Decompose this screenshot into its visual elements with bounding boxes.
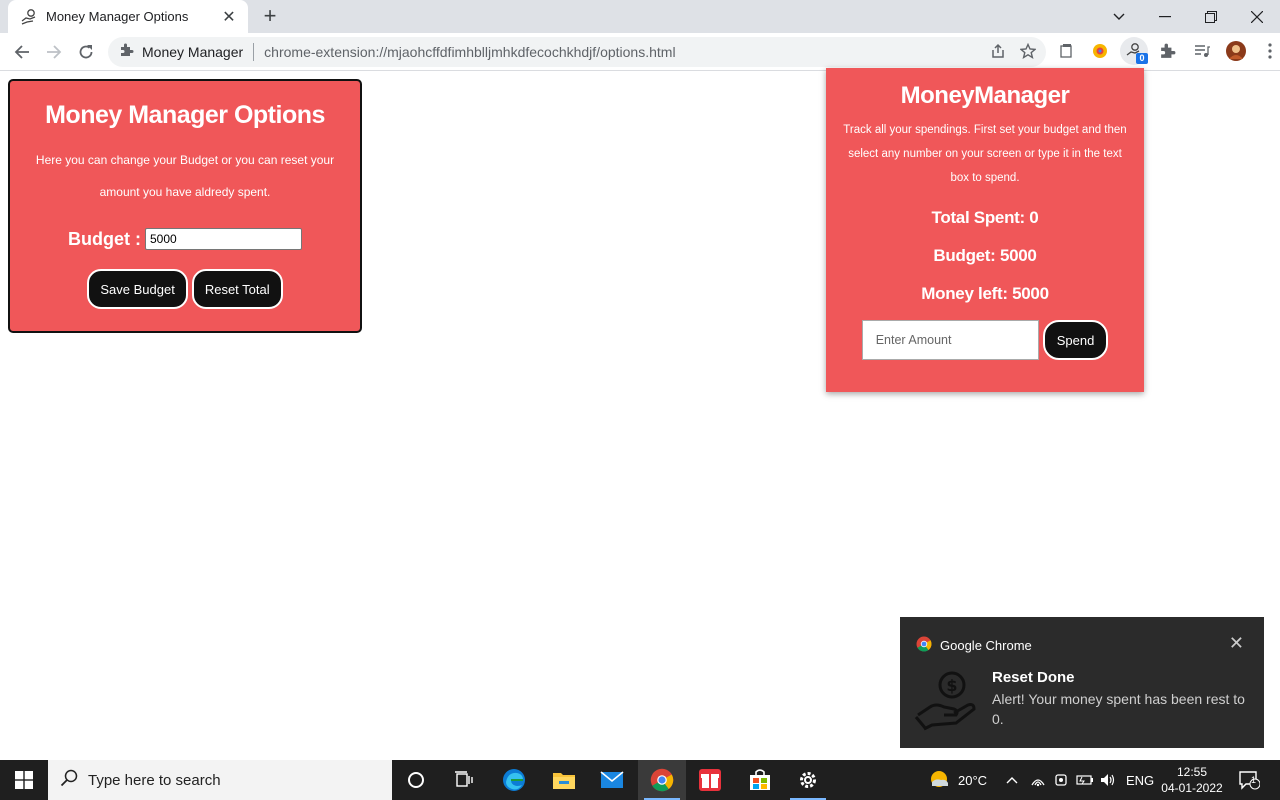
address-bar[interactable]: Money Manager chrome-extension://mjaohcf… [108,37,1046,67]
options-description: Here you can change your Budget or you c… [35,153,335,199]
media-queue-icon[interactable] [1188,37,1216,65]
popup-description: Track all your spendings. First set your… [843,124,1127,184]
toast-header: Google Chrome [916,636,1032,655]
notification-count: 1 [1251,775,1257,785]
weather-widget[interactable]: 20°C [928,760,987,800]
divider [253,43,255,61]
tab-options[interactable]: Money Manager Options ✕ [8,0,248,33]
battery-icon[interactable] [1076,760,1094,800]
total-spent: Total Spent: 0 [931,208,1039,227]
spend-row: Spend [826,320,1144,360]
gift-app-icon[interactable] [686,760,734,800]
mail-icon[interactable] [588,760,636,800]
cortana-icon[interactable] [392,760,440,800]
volume-icon[interactable] [1100,760,1116,800]
amount-input[interactable] [861,320,1039,360]
forward-button[interactable] [42,40,66,64]
weather-sun-icon [928,768,950,793]
chrome-taskbar-icon[interactable] [638,760,686,800]
tab-bar: Money Manager Options ✕ + [0,0,1280,33]
clock-date: 04-01-2022 [1161,781,1223,795]
start-button[interactable] [0,760,48,800]
new-tab-button[interactable]: + [258,5,282,29]
search-placeholder: Type here to search [88,771,221,789]
extension-badge: 0 [1136,53,1148,64]
weather-temp: 20°C [958,772,988,788]
edge-icon[interactable] [490,760,538,800]
spend-button[interactable]: Spend [1042,320,1109,360]
money-manager-extension-icon[interactable]: 0 [1120,37,1148,65]
reload-button[interactable] [74,40,98,64]
extension-copy-icon[interactable] [1052,37,1080,65]
budget-row: Budget : [10,228,360,250]
wifi-icon[interactable] [1030,760,1046,800]
money-hand-icon: $ [914,667,978,731]
money-hand-icon [20,8,38,26]
budget-display: Budget: 5000 [933,246,1037,265]
store-icon[interactable] [736,760,784,800]
chrome-icon [916,636,932,655]
toast-body: Alert! Your money spent has been rest to… [992,691,1245,727]
notification-toast[interactable]: Google Chrome ✕ $ Reset Done Alert! Your… [900,617,1264,748]
url-text[interactable]: chrome-extension://mjaohcffdfimhblljmhkd… [264,44,675,60]
tab-title: Money Manager Options [46,9,189,24]
svg-text:$: $ [946,676,957,695]
clock-time: 12:55 [1176,765,1208,779]
search-icon [60,769,78,792]
toast-title: Reset Done [992,669,1075,686]
extensions-puzzle-icon[interactable] [1154,37,1182,65]
settings-gear-icon[interactable] [784,760,832,800]
minimize-button[interactable] [1142,0,1188,33]
tab-search-icon[interactable] [1096,0,1142,33]
task-view-icon[interactable] [440,760,488,800]
site-label: Money Manager [142,44,244,60]
system-clock[interactable]: 12:55 04-01-2022 [1160,764,1224,796]
restore-button[interactable] [1188,0,1234,33]
browser-toolbar: Money Manager chrome-extension://mjaohcf… [0,33,1280,71]
budget-label: Budget : [68,228,141,249]
windows-taskbar: Type here to search 20°C ENG 12:55 04-01… [0,760,1280,800]
options-buttons: Save Budget Reset Total [10,269,360,309]
action-center-icon[interactable]: 1 [1238,760,1260,800]
language-indicator[interactable]: ENG [1126,760,1154,800]
taskbar-search[interactable]: Type here to search [48,760,392,800]
extension-popup: MoneyManager Track all your spendings. F… [826,68,1144,392]
back-button[interactable] [10,40,34,64]
toast-app-name: Google Chrome [940,638,1032,653]
options-card: Money Manager Options Here you can chang… [8,79,362,333]
popup-title: MoneyManager [900,82,1070,109]
money-left: Money left: 5000 [921,284,1049,303]
profile-avatar[interactable] [1222,37,1250,65]
toast-close-icon[interactable]: ✕ [1229,633,1244,654]
menu-kebab-icon[interactable] [1256,37,1280,65]
save-budget-button[interactable]: Save Budget [87,269,188,309]
file-explorer-icon[interactable] [540,760,588,800]
budget-input[interactable] [144,228,302,250]
options-title: Money Manager Options [45,101,325,129]
meet-now-icon[interactable] [1054,760,1068,800]
reset-total-button[interactable]: Reset Total [191,269,283,309]
share-icon[interactable] [990,43,1006,64]
puzzle-icon [120,43,134,62]
tab-close-icon[interactable]: ✕ [220,7,238,27]
bookmark-star-icon[interactable] [1019,42,1037,64]
close-window-button[interactable] [1234,0,1280,33]
extension-color-icon[interactable] [1086,37,1114,65]
tray-chevron-icon[interactable] [1006,760,1018,800]
